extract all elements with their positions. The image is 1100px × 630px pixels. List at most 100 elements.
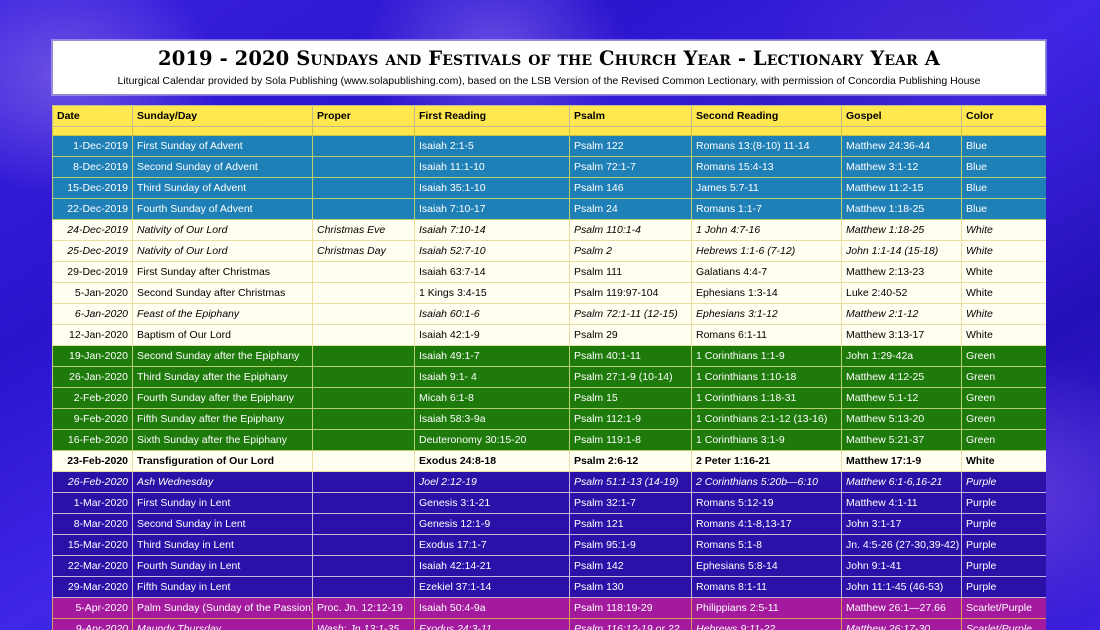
cell-gospel: Matthew 3:13-17: [841, 324, 962, 346]
cell-proper: [312, 366, 415, 388]
column-header-sunday-day[interactable]: Sunday/Day: [132, 105, 313, 127]
cell-gospel: Matthew 2:13-23: [841, 261, 962, 283]
cell-first-reading: Isaiah 2:1-5: [414, 135, 570, 157]
cell-gospel: Matthew 17:1-9: [841, 450, 962, 472]
table-row[interactable]: 19-Jan-2020 Second Sunday after the Epiph…: [52, 345, 1046, 367]
cell-psalm: Psalm 95:1-9: [569, 534, 692, 556]
cell-date: 8-Dec-2019: [52, 156, 133, 178]
table-row[interactable]: 22-Dec-2019 Fourth Sunday of Advent Isaiah…: [52, 198, 1046, 220]
cell-date: 12-Jan-2020: [52, 324, 133, 346]
table-row[interactable]: 8-Dec-2019 Second Sunday of Advent Isaiah …: [52, 156, 1046, 178]
table-row[interactable]: 29-Mar-2020 Fifth Sunday in Lent Ezekiel 3…: [52, 576, 1046, 598]
cell-psalm: Psalm 40:1-11: [569, 345, 692, 367]
cell-proper: [312, 135, 415, 157]
cell-gospel: John 9:1-41: [841, 555, 962, 577]
cell-second-reading: Philippians 2:5-11: [691, 597, 842, 619]
table-row[interactable]: 22-Mar-2020 Fourth Sunday in Lent Isaiah 4…: [52, 555, 1046, 577]
table-row[interactable]: 26-Feb-2020 Ash Wednesday Joel 2:12-19 Psal…: [52, 471, 1046, 493]
cell-gospel: Matthew 4:1-11: [841, 492, 962, 514]
cell-proper: [312, 261, 415, 283]
cell-first-reading: Isaiah 7:10-17: [414, 198, 570, 220]
cell-first-reading: Ezekiel 37:1-14: [414, 576, 570, 598]
table-row[interactable]: 9-Feb-2020 Fifth Sunday after the Epiphan…: [52, 408, 1046, 430]
cell-psalm: Psalm 122: [569, 135, 692, 157]
table-row[interactable]: 6-Jan-2020 Feast of the Epiphany Isaiah 60…: [52, 303, 1046, 325]
cell-second-reading: Ephesians 3:1-12: [691, 303, 842, 325]
column-header-date[interactable]: Date: [52, 105, 133, 127]
cell-psalm: Psalm 15: [569, 387, 692, 409]
cell-gospel: Matthew 5:13-20: [841, 408, 962, 430]
cell-date: 29-Dec-2019: [52, 261, 133, 283]
table-row[interactable]: 26-Jan-2020 Third Sunday after the Epipha…: [52, 366, 1046, 388]
cell-sunday-day: Fifth Sunday in Lent: [132, 576, 313, 598]
cell-color: White: [961, 219, 1046, 241]
cell-psalm: Psalm 142: [569, 555, 692, 577]
table-row[interactable]: 5-Apr-2020 Palm Sunday (Sunday of the Pas…: [52, 597, 1046, 619]
cell-gospel: John 1:29-42a: [841, 345, 962, 367]
cell-color: Scarlet/Purple: [961, 618, 1046, 630]
table-row[interactable]: 1-Mar-2020 First Sunday in Lent Genesis 3:…: [52, 492, 1046, 514]
cell-date: 25-Dec-2019: [52, 240, 133, 262]
cell-gospel: Matthew 3:1-12: [841, 156, 962, 178]
cell-color: White: [961, 324, 1046, 346]
cell-first-reading: Joel 2:12-19: [414, 471, 570, 493]
cell-psalm: Psalm 110:1-4: [569, 219, 692, 241]
cell-psalm: Psalm 118:19-29: [569, 597, 692, 619]
cell-proper: [312, 387, 415, 409]
cell-first-reading: Isaiah 35:1-10: [414, 177, 570, 199]
cell-proper: [312, 471, 415, 493]
table-row[interactable]: 9-Apr-2020 Maundy Thursday Wash: Jn 13:1-3…: [52, 618, 1046, 630]
cell-color: Green: [961, 345, 1046, 367]
cell-psalm: Psalm 27:1-9 (10-14): [569, 366, 692, 388]
cell-sunday-day: First Sunday after Christmas: [132, 261, 313, 283]
column-header-psalm[interactable]: Psalm: [569, 105, 692, 127]
table-row[interactable]: 1-Dec-2019 First Sunday of Advent Isaiah 2…: [52, 135, 1046, 157]
cell-color: Purple: [961, 534, 1046, 556]
cell-second-reading: Romans 13:(8-10) 11-14: [691, 135, 842, 157]
cell-psalm: Psalm 119:1-8: [569, 429, 692, 451]
table-row[interactable]: 29-Dec-2019 First Sunday after Christmas I…: [52, 261, 1046, 283]
table-row[interactable]: 23-Feb-2020 Transfiguration of Our Lord Ex…: [52, 450, 1046, 472]
cell-second-reading: Romans 1:1-7: [691, 198, 842, 220]
cell-first-reading: Isaiah 9:1- 4: [414, 366, 570, 388]
cell-psalm: Psalm 51:1-13 (14-19): [569, 471, 692, 493]
table-row[interactable]: 24-Dec-2019 Nativity of Our Lord Christmas…: [52, 219, 1046, 241]
cell-psalm: Psalm 24: [569, 198, 692, 220]
table-row[interactable]: 15-Dec-2019 Third Sunday of Advent Isaiah …: [52, 177, 1046, 199]
cell-second-reading: 2 Peter 1:16-21: [691, 450, 842, 472]
cell-sunday-day: Fourth Sunday in Lent: [132, 555, 313, 577]
cell-first-reading: Genesis 3:1-21: [414, 492, 570, 514]
table-row[interactable]: 8-Mar-2020 Second Sunday in Lent Genesis 1…: [52, 513, 1046, 535]
cell-second-reading: 2 Corinthians 5:20b—6:10: [691, 471, 842, 493]
column-header-first-reading[interactable]: First Reading: [414, 105, 570, 127]
cell-color: Purple: [961, 492, 1046, 514]
table-row[interactable]: 16-Feb-2020 Sixth Sunday after the Epipha…: [52, 429, 1046, 451]
cell-psalm: Psalm 32:1-7: [569, 492, 692, 514]
header-spacer-cell: [841, 126, 962, 136]
cell-proper: [312, 345, 415, 367]
cell-second-reading: Romans 5:12-19: [691, 492, 842, 514]
table-row[interactable]: 12-Jan-2020 Baptism of Our Lord Isaiah 42:…: [52, 324, 1046, 346]
cell-psalm: Psalm 72:1-7: [569, 156, 692, 178]
cell-color: Green: [961, 429, 1046, 451]
cell-second-reading: Hebrews 9:11-22: [691, 618, 842, 630]
table-row[interactable]: 15-Mar-2020 Third Sunday in Lent Exodus 17…: [52, 534, 1046, 556]
header-spacer-cell: [569, 126, 692, 136]
cell-first-reading: Isaiah 42:1-9: [414, 324, 570, 346]
cell-date: 26-Jan-2020: [52, 366, 133, 388]
cell-second-reading: Romans 15:4-13: [691, 156, 842, 178]
table-row[interactable]: 25-Dec-2019 Nativity of Our Lord Christmas…: [52, 240, 1046, 262]
column-header-proper[interactable]: Proper: [312, 105, 415, 127]
cell-proper: [312, 492, 415, 514]
column-header-color[interactable]: Color: [961, 105, 1046, 127]
table-row[interactable]: 5-Jan-2020 Second Sunday after Christmas 1…: [52, 282, 1046, 304]
cell-proper: [312, 156, 415, 178]
column-header-second-reading[interactable]: Second Reading: [691, 105, 842, 127]
cell-proper: [312, 324, 415, 346]
table-row[interactable]: 2-Feb-2020 Fourth Sunday after the Epipha…: [52, 387, 1046, 409]
cell-proper: [312, 198, 415, 220]
column-header-gospel[interactable]: Gospel: [841, 105, 962, 127]
cell-color: Blue: [961, 135, 1046, 157]
cell-sunday-day: Nativity of Our Lord: [132, 219, 313, 241]
cell-sunday-day: Baptism of Our Lord: [132, 324, 313, 346]
